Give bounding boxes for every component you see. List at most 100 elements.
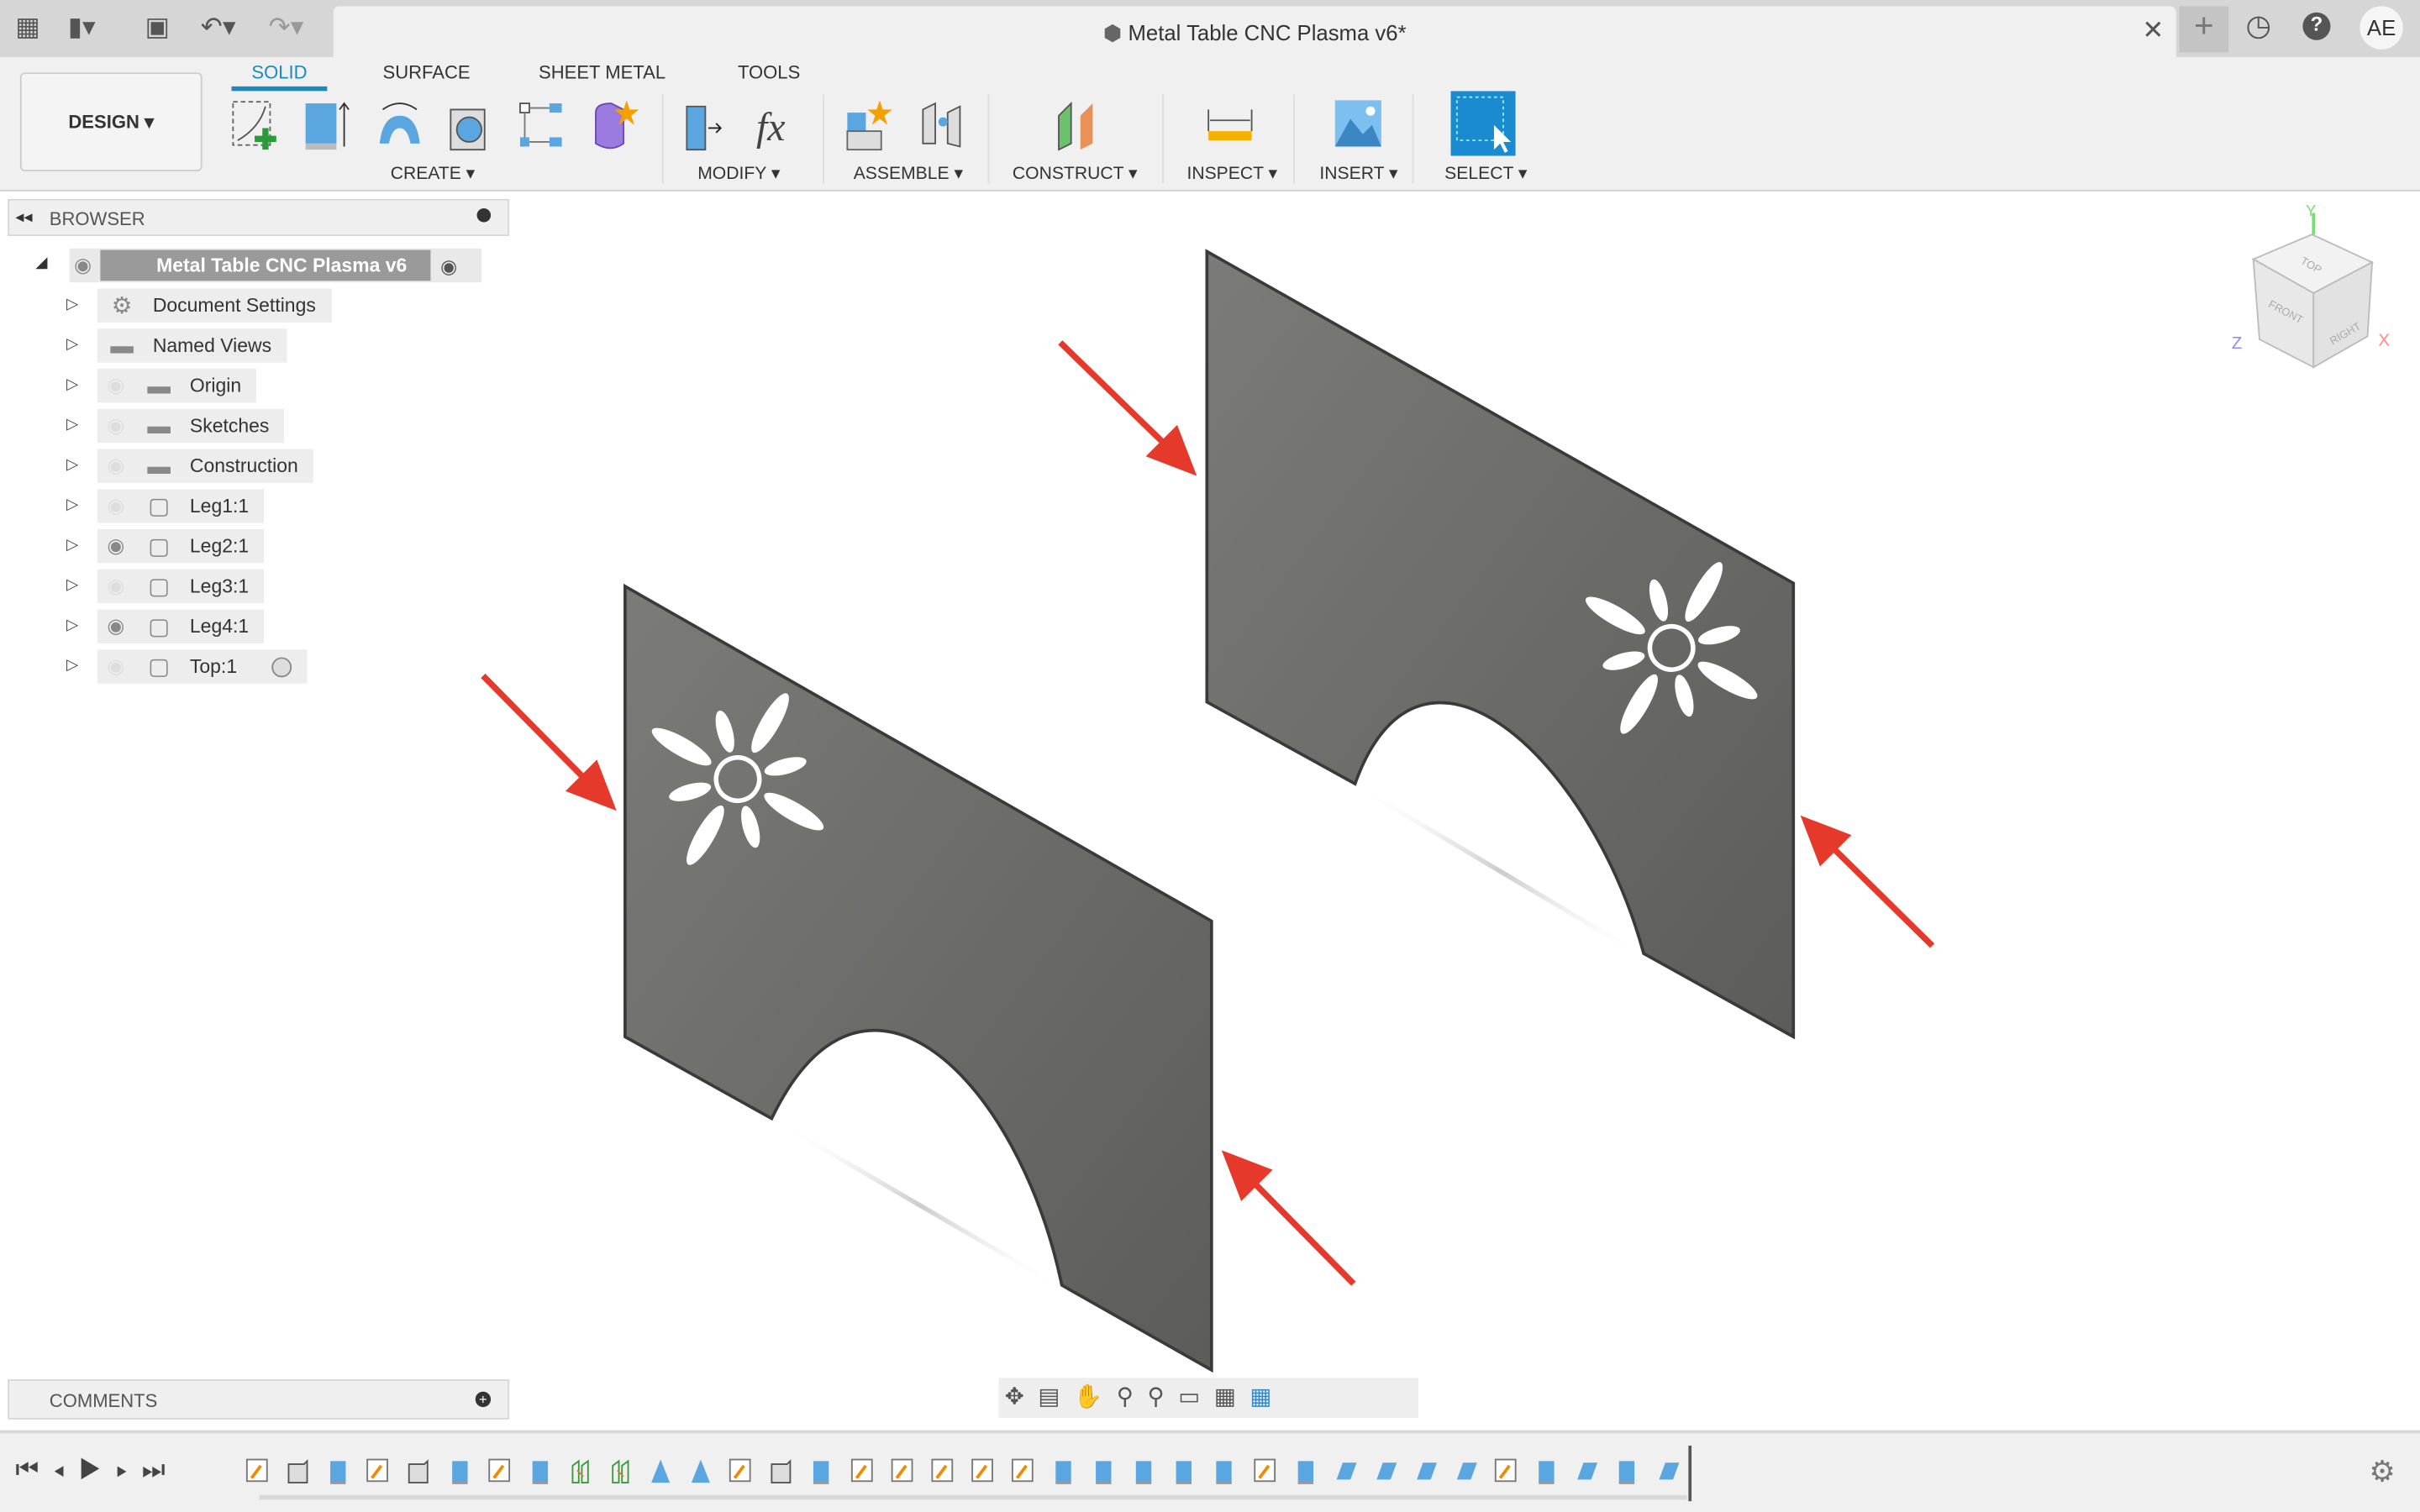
timeline-move-icon[interactable] [1575, 1458, 1599, 1486]
timeline-extrude-icon[interactable] [326, 1458, 350, 1486]
timeline-extrude-icon[interactable] [1051, 1458, 1076, 1486]
display-settings-icon[interactable]: ▭ [1178, 1384, 1214, 1410]
folder-icon: ▬ [147, 453, 171, 480]
expand-icon[interactable]: ▷ [66, 617, 78, 634]
timeline-extrude-icon[interactable] [528, 1458, 552, 1486]
expand-icon[interactable]: ▷ [66, 457, 78, 474]
timeline-settings-gear-icon[interactable]: ⚙ [2369, 1455, 2395, 1490]
timeline-joint-icon[interactable] [568, 1458, 592, 1486]
timeline-track [259, 1494, 1687, 1500]
browser-pin-icon[interactable] [476, 207, 492, 223]
timeline-sketch-icon[interactable] [245, 1458, 270, 1486]
browser-item[interactable]: ◉ ▬ Origin [97, 368, 257, 403]
collapse-browser-icon[interactable]: ◂◂ [15, 207, 32, 227]
previous-icon[interactable]: ◂ [53, 1455, 79, 1484]
component-icon: ▢ [148, 654, 171, 680]
timeline-move-icon[interactable] [1333, 1458, 1357, 1486]
timeline-box-icon[interactable] [286, 1458, 310, 1486]
browser-item[interactable]: ▬ Named Views [97, 328, 287, 363]
viewports-icon[interactable]: ▦ [1249, 1384, 1286, 1410]
add-comment-icon[interactable]: + [475, 1391, 492, 1408]
eye-hidden-icon[interactable]: ◉ [97, 574, 134, 598]
folder-icon: ▬ [147, 372, 171, 399]
expand-icon[interactable]: ▷ [66, 537, 78, 554]
component-icon: ▢ [148, 614, 171, 641]
browser-item-label: Leg3:1 [189, 575, 250, 597]
timeline-extrude-icon[interactable] [447, 1458, 471, 1486]
leg-plate-left[interactable] [623, 583, 1213, 1373]
timeline-move-icon[interactable] [1413, 1458, 1438, 1486]
expand-icon[interactable]: ▷ [66, 376, 78, 393]
timeline-sketch-icon[interactable] [850, 1458, 874, 1486]
axis-z-label: Z [2232, 334, 2242, 353]
timeline-extrude-icon[interactable] [1172, 1458, 1197, 1486]
timeline-extrude-icon[interactable] [1213, 1458, 1237, 1486]
expand-icon[interactable]: ▷ [66, 496, 78, 513]
orbit-icon[interactable]: ✥ [1005, 1384, 1039, 1410]
timeline-plane-icon[interactable] [688, 1458, 713, 1486]
collapse-root-icon[interactable]: ◢ [35, 255, 47, 271]
browser-item[interactable]: ◉ ▢ Leg3:1 [97, 569, 265, 604]
timeline-box-icon[interactable] [407, 1458, 431, 1486]
timeline-sketch-icon[interactable] [930, 1458, 955, 1486]
first-icon[interactable]: ⏮ [15, 1455, 53, 1484]
play-icon[interactable]: ▶ [79, 1455, 116, 1484]
timeline-extrude-icon[interactable] [1534, 1458, 1559, 1486]
timeline-extrude-icon[interactable] [1292, 1458, 1317, 1486]
expand-icon[interactable]: ▷ [66, 417, 78, 433]
root-label: Metal Table CNC Plasma v6 [101, 249, 432, 281]
timeline-move-icon[interactable] [1655, 1458, 1680, 1486]
browser-item-label: Construction [189, 454, 298, 477]
zoom-icon[interactable]: ⚲ [1117, 1384, 1148, 1410]
fit-icon[interactable]: ⚲ [1148, 1384, 1179, 1410]
last-icon[interactable]: ⏭ [142, 1455, 180, 1484]
timeline-joint-icon[interactable] [608, 1458, 632, 1486]
browser-item[interactable]: ◉ ▢ Leg4:1 [97, 609, 265, 643]
next-icon[interactable]: ▸ [116, 1455, 142, 1484]
timeline-move-icon[interactable] [1454, 1458, 1478, 1486]
expand-icon[interactable]: ▷ [66, 297, 78, 313]
browser-root-item[interactable]: ◉ Metal Table CNC Plasma v6 ◉ [69, 248, 482, 283]
browser-item[interactable]: ◉ ▢ Leg2:1 [97, 528, 265, 564]
browser-item[interactable]: ◉ ▢ Leg1:1 [97, 489, 265, 523]
timeline-extrude-icon[interactable] [1615, 1458, 1639, 1486]
timeline-extrude-icon[interactable] [1132, 1458, 1156, 1486]
timeline-sketch-icon[interactable] [971, 1458, 995, 1486]
eye-hidden-icon[interactable]: ◉ [97, 654, 134, 679]
expand-icon[interactable]: ▷ [66, 336, 78, 353]
timeline-sketch-icon[interactable] [366, 1458, 391, 1486]
eye-hidden-icon[interactable]: ◉ [97, 373, 134, 397]
grid-settings-icon[interactable]: ▦ [1214, 1384, 1250, 1410]
timeline-sketch-icon[interactable] [1011, 1458, 1035, 1486]
expand-icon[interactable]: ▷ [66, 657, 78, 674]
comments-panel[interactable]: COMMENTS + [8, 1379, 510, 1420]
timeline-marker[interactable] [1688, 1446, 1692, 1502]
expand-icon[interactable]: ▷ [66, 577, 78, 594]
browser-item[interactable]: ⚙ Document Settings [97, 288, 332, 323]
timeline-extrude-icon[interactable] [809, 1458, 834, 1486]
eye-icon[interactable]: ◉ [74, 253, 92, 277]
timeline-sketch-icon[interactable] [487, 1458, 512, 1486]
pan-icon[interactable]: ✋ [1074, 1384, 1117, 1410]
timeline-box-icon[interactable] [769, 1458, 793, 1486]
activate-radio-icon[interactable]: ◉ [440, 254, 457, 277]
view-cube[interactable]: TOP FRONT RIGHT Y Z X [2232, 202, 2390, 369]
timeline-sketch-icon[interactable] [1494, 1458, 1518, 1486]
browser-item[interactable]: ◉ ▬ Sketches [97, 408, 285, 444]
look-at-icon[interactable]: ▤ [1038, 1384, 1074, 1410]
timeline-sketch-icon[interactable] [890, 1458, 914, 1486]
timeline-move-icon[interactable] [1373, 1458, 1397, 1486]
timeline-plane-icon[interactable] [648, 1458, 672, 1486]
eye-hidden-icon[interactable]: ◉ [97, 494, 134, 518]
browser-item[interactable]: ◉ ▬ Construction [97, 449, 314, 483]
eye-icon[interactable]: ◉ [97, 614, 134, 638]
axis-x-label: X [2378, 331, 2390, 349]
timeline-sketch-icon[interactable] [1253, 1458, 1277, 1486]
eye-icon[interactable]: ◉ [97, 534, 134, 559]
eye-hidden-icon[interactable]: ◉ [97, 454, 134, 478]
activate-radio-icon[interactable] [271, 656, 292, 677]
timeline-extrude-icon[interactable] [1092, 1458, 1116, 1486]
timeline-sketch-icon[interactable] [729, 1458, 753, 1486]
browser-item[interactable]: ◉ ▢ Top:1 [97, 649, 307, 684]
eye-hidden-icon[interactable]: ◉ [97, 413, 134, 438]
